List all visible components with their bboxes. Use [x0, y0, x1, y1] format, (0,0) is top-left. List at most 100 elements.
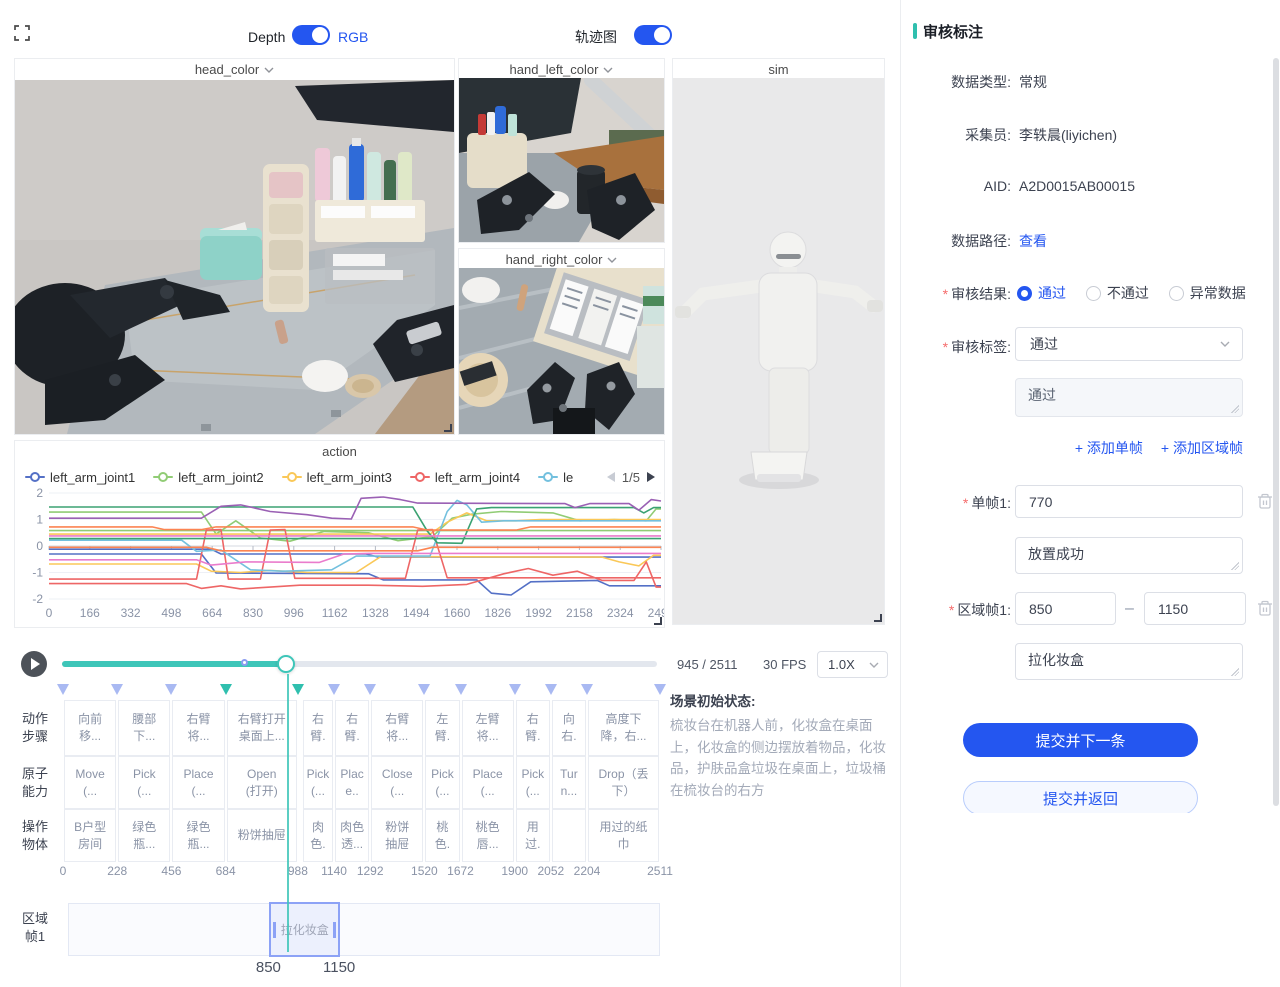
add-region-frame-button[interactable]: + 添加区域帧: [1161, 438, 1243, 458]
region-block-left-handle[interactable]: [273, 922, 276, 938]
timeline-tick-label: 2052: [538, 864, 565, 878]
timeline-tick-label: 1672: [447, 864, 474, 878]
timeline-tick-label: 1900: [501, 864, 528, 878]
submit-next-button[interactable]: 提交并下一条: [963, 723, 1198, 757]
head-panel-resize-handle[interactable]: [444, 424, 452, 432]
svg-text:664: 664: [202, 606, 222, 620]
region-start-input[interactable]: 850: [1015, 592, 1116, 625]
step-12-object-cell: 用过的纸 巾: [588, 809, 659, 862]
chevron-down-icon: [607, 257, 617, 263]
svg-text:996: 996: [284, 606, 304, 620]
step-9-step-cell: 左臂 将...: [462, 700, 514, 756]
step-9-ability-cell: Place (...: [462, 756, 514, 809]
step-8-step-cell: 左 臂.: [425, 700, 459, 756]
sim-title: sim: [673, 59, 884, 80]
textarea-resize-grip[interactable]: [1231, 562, 1239, 570]
speed-select[interactable]: 1.0X: [817, 651, 888, 678]
step-boundary-marker-1672[interactable]: [455, 684, 467, 695]
region-block-right-handle[interactable]: [333, 922, 336, 938]
add-buttons-row: + 添加单帧 + 添加区域帧: [1059, 438, 1243, 458]
hand-left-title-dropdown[interactable]: hand_left_color: [459, 59, 664, 80]
step-boundary-marker-2511[interactable]: [654, 684, 666, 695]
tag-comment-textarea[interactable]: 通过: [1015, 378, 1243, 417]
svg-text:1494: 1494: [403, 606, 430, 620]
region-track-bar[interactable]: 拉化妆盒: [68, 903, 660, 956]
data-path-link[interactable]: 查看: [1019, 231, 1047, 251]
step-boundary-marker-0[interactable]: [57, 684, 69, 695]
review-title: 审核标注: [923, 21, 983, 42]
sim-panel-resize-handle[interactable]: [874, 614, 882, 622]
delete-region-frame-icon[interactable]: [1257, 600, 1273, 617]
scene-note-text: 梳妆台在机器人前，化妆盒在桌面上，化妆盒的侧边摆放着物品，化妆品，护肤品盒垃圾在…: [670, 715, 894, 801]
step-boundary-marker-1292[interactable]: [364, 684, 376, 695]
submit-return-button[interactable]: 提交并返回: [963, 781, 1198, 813]
single-frame-input[interactable]: 770: [1015, 485, 1243, 518]
svg-text:1: 1: [36, 513, 43, 527]
step-boundary-marker-1140[interactable]: [328, 684, 340, 695]
radio-fail[interactable]: 不通过: [1086, 285, 1149, 301]
svg-text:1328: 1328: [362, 606, 389, 620]
single-frame-marker-dot[interactable]: [241, 659, 248, 666]
step-7-step-cell: 右臂 将...: [371, 700, 423, 756]
step-10-object-cell: 用 过.: [516, 809, 550, 862]
trajectory-toggle[interactable]: [634, 25, 672, 45]
step-boundary-marker-1900[interactable]: [509, 684, 521, 695]
rgb-label: RGB: [338, 27, 368, 47]
timeline-tick-label: 456: [161, 864, 181, 878]
tag-select[interactable]: 通过: [1015, 327, 1243, 361]
step-7-ability-cell: Close (...: [371, 756, 423, 809]
hand-right-title-dropdown[interactable]: hand_right_color: [459, 249, 664, 270]
region-end-input[interactable]: 1150: [1144, 592, 1246, 625]
radio-pass[interactable]: 通过: [1017, 285, 1066, 301]
textarea-resize-grip[interactable]: [1231, 668, 1239, 676]
collector-value: 李轶晨(liyichen): [1019, 125, 1117, 145]
svg-text:498: 498: [161, 606, 181, 620]
data-type-label: 数据类型:: [901, 72, 1011, 92]
svg-text:332: 332: [121, 606, 141, 620]
speed-value: 1.0X: [828, 657, 855, 672]
result-radio-group: 通过 不通过 异常数据: [1017, 283, 1246, 303]
step-12-ability-cell: Drop（丢 下）: [588, 756, 659, 809]
radio-abnormal[interactable]: 异常数据: [1169, 285, 1246, 301]
step-boundary-marker-1520[interactable]: [418, 684, 430, 695]
single-frame-note-textarea[interactable]: 放置成功: [1015, 537, 1243, 574]
single-frame-label: *单帧1:: [901, 493, 1011, 513]
step-boundary-marker-2204[interactable]: [581, 684, 593, 695]
region-frame-label: *区域帧1:: [901, 600, 1011, 620]
radio-icon: [1086, 286, 1101, 301]
step-boundary-marker-988[interactable]: [292, 684, 304, 695]
app-root: Depth RGB 轨迹图 head_color: [0, 0, 1280, 987]
seek-slider-handle[interactable]: [277, 655, 295, 673]
fullscreen-icon[interactable]: [14, 25, 30, 41]
action-panel-resize-handle[interactable]: [654, 617, 662, 625]
timeline-tick-label: 684: [216, 864, 236, 878]
delete-single-frame-icon[interactable]: [1257, 493, 1273, 510]
region-frame-note-textarea[interactable]: 拉化妆盒: [1015, 643, 1243, 680]
svg-text:1992: 1992: [525, 606, 552, 620]
radio-selected-icon: [1017, 286, 1032, 301]
seek-slider[interactable]: [62, 661, 657, 667]
region-frame-block[interactable]: 拉化妆盒: [269, 902, 340, 957]
step-1-ability-cell: Move (...: [64, 756, 116, 809]
review-panel-scroll: 审核标注 数据类型: 常规 采集员: 李轶晨(liyichen) AID: A2…: [901, 0, 1280, 813]
page-scrollbar[interactable]: [1273, 58, 1279, 806]
chevron-down-icon: [1220, 341, 1230, 347]
textarea-resize-grip[interactable]: [1231, 405, 1239, 413]
step-9-object-cell: 桃色 唇...: [462, 809, 514, 862]
step-6-ability-cell: Plac e..: [335, 756, 369, 809]
region-end-label: 1150: [323, 959, 355, 976]
step-boundary-marker-456[interactable]: [165, 684, 177, 695]
tag-label: *审核标签:: [901, 337, 1011, 357]
step-boundary-marker-684[interactable]: [220, 684, 232, 695]
aid-value: A2D0015AB00015: [1019, 178, 1135, 194]
playhead-line[interactable]: [287, 674, 289, 952]
step-5-ability-cell: Pick (...: [303, 756, 333, 809]
depth-rgb-toggle[interactable]: [292, 25, 330, 45]
head-color-title-dropdown[interactable]: head_color: [15, 59, 454, 80]
step-boundary-marker-228[interactable]: [111, 684, 123, 695]
step-10-ability-cell: Pick (...: [516, 756, 550, 809]
svg-text:1660: 1660: [444, 606, 471, 620]
step-boundary-marker-2052[interactable]: [545, 684, 557, 695]
play-button[interactable]: [21, 651, 47, 677]
add-single-frame-button[interactable]: + 添加单帧: [1075, 438, 1143, 458]
